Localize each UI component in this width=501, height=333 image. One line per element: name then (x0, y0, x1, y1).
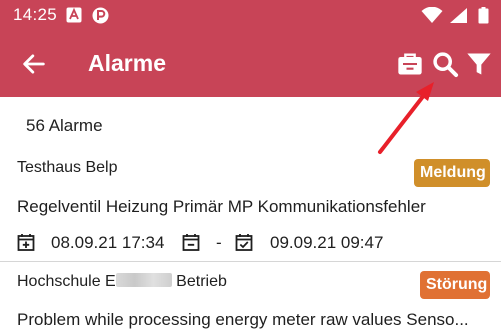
start-date: 08.09.21 17:34 (51, 233, 165, 252)
status-bar: 14:25 (0, 0, 501, 30)
item-dates: 08.09.21 17:34 - 09.09.21 09:47 (17, 233, 497, 255)
status-badge: Störung (420, 271, 490, 299)
annotation-arrow (378, 82, 434, 154)
p-app-icon (92, 7, 109, 24)
signal-icon (450, 8, 467, 23)
status-time: 14:25 (13, 5, 58, 24)
item-location-prefix: Hochschule E (17, 273, 116, 290)
calendar-check-icon (235, 234, 253, 251)
item-message: Problem while processing energy meter ra… (17, 310, 469, 329)
end-date: 09.09.21 09:47 (270, 233, 384, 252)
search-icon[interactable] (431, 50, 459, 78)
calendar-minus-icon (182, 234, 200, 251)
item-location: Hochschule E Betrieb (17, 273, 227, 291)
status-badge: Meldung (414, 159, 490, 187)
back-arrow-icon[interactable] (20, 50, 48, 78)
date-separator: - (216, 233, 222, 252)
filter-icon[interactable] (465, 50, 493, 78)
redacted-text (115, 273, 172, 287)
list-item[interactable]: Testhaus Belp Meldung Regelventil Heizun… (0, 150, 501, 261)
item-location: Testhaus Belp (17, 159, 118, 176)
item-location-suffix: Betrieb (176, 273, 227, 290)
battery-icon (478, 7, 489, 24)
list-item[interactable]: Hochschule E Betrieb Störung Problem whi… (0, 262, 501, 333)
alarm-count: 56 Alarme (26, 116, 103, 135)
item-message: Regelventil Heizung Primär MP Kommunikat… (17, 197, 426, 216)
briefcase-icon[interactable] (396, 50, 424, 78)
a-notification-icon (66, 7, 82, 23)
wifi-icon (421, 7, 443, 23)
calendar-plus-icon (17, 234, 35, 251)
page-title: Alarme (88, 50, 166, 76)
